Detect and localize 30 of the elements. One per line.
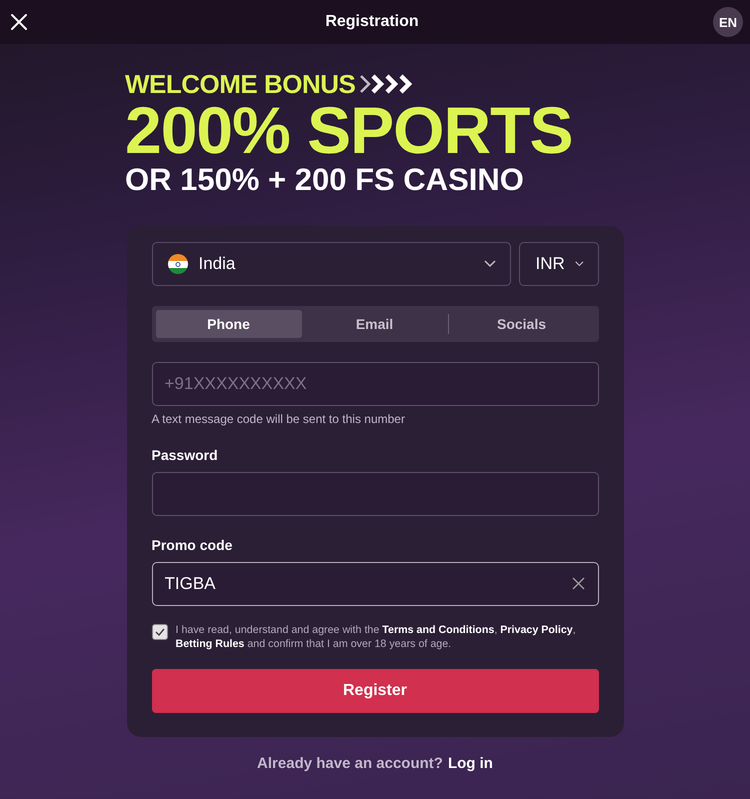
india-flag-icon — [166, 253, 188, 275]
policy-link[interactable]: Privacy Policy — [500, 624, 573, 636]
close-icon — [10, 13, 28, 31]
page-title: Registration — [325, 13, 419, 31]
bonus-subline: OR 150% + 200 FS CASINO — [125, 162, 525, 198]
policy-link[interactable]: Terms and Conditions — [382, 624, 494, 636]
password-label: Password — [152, 447, 219, 463]
policy-link[interactable]: Betting Rules — [176, 638, 244, 650]
consent-checkbox[interactable] — [152, 624, 168, 640]
login-link[interactable]: Log in — [448, 755, 493, 772]
tab[interactable]: Email — [302, 310, 448, 338]
phone-hint: A text message code will be sent to this number — [152, 412, 406, 426]
register-button[interactable]: Register — [152, 669, 598, 713]
consent-text: I have read, understand and agree with the Terms and Conditions, Privacy Policy, Betting Rules and confirm that I am over 18 years of age. — [176, 623, 577, 651]
account-prompt: Already have an account? — [257, 755, 443, 772]
currency-select[interactable]: INR — [518, 242, 598, 286]
phone-field[interactable]: +91XXXXXXXXXX — [152, 362, 598, 406]
clear-icon[interactable] — [572, 577, 584, 590]
welcome-bonus-label: WELCOME BONUS — [125, 70, 356, 98]
tab[interactable]: Socials — [448, 310, 594, 338]
tab[interactable]: Phone — [156, 310, 302, 338]
caret-icon — [574, 260, 584, 268]
password-field[interactable] — [152, 472, 598, 516]
promo-code-field[interactable]: TIGBA — [152, 562, 598, 606]
country-select[interactable]: India — [152, 242, 510, 286]
caret-icon — [484, 260, 496, 268]
checkmark-icon — [154, 628, 164, 636]
language-button[interactable]: EN — [713, 7, 743, 37]
bonus-headline: 200% SPORTS — [125, 98, 574, 162]
promo-code-label: Promo code — [152, 537, 234, 553]
